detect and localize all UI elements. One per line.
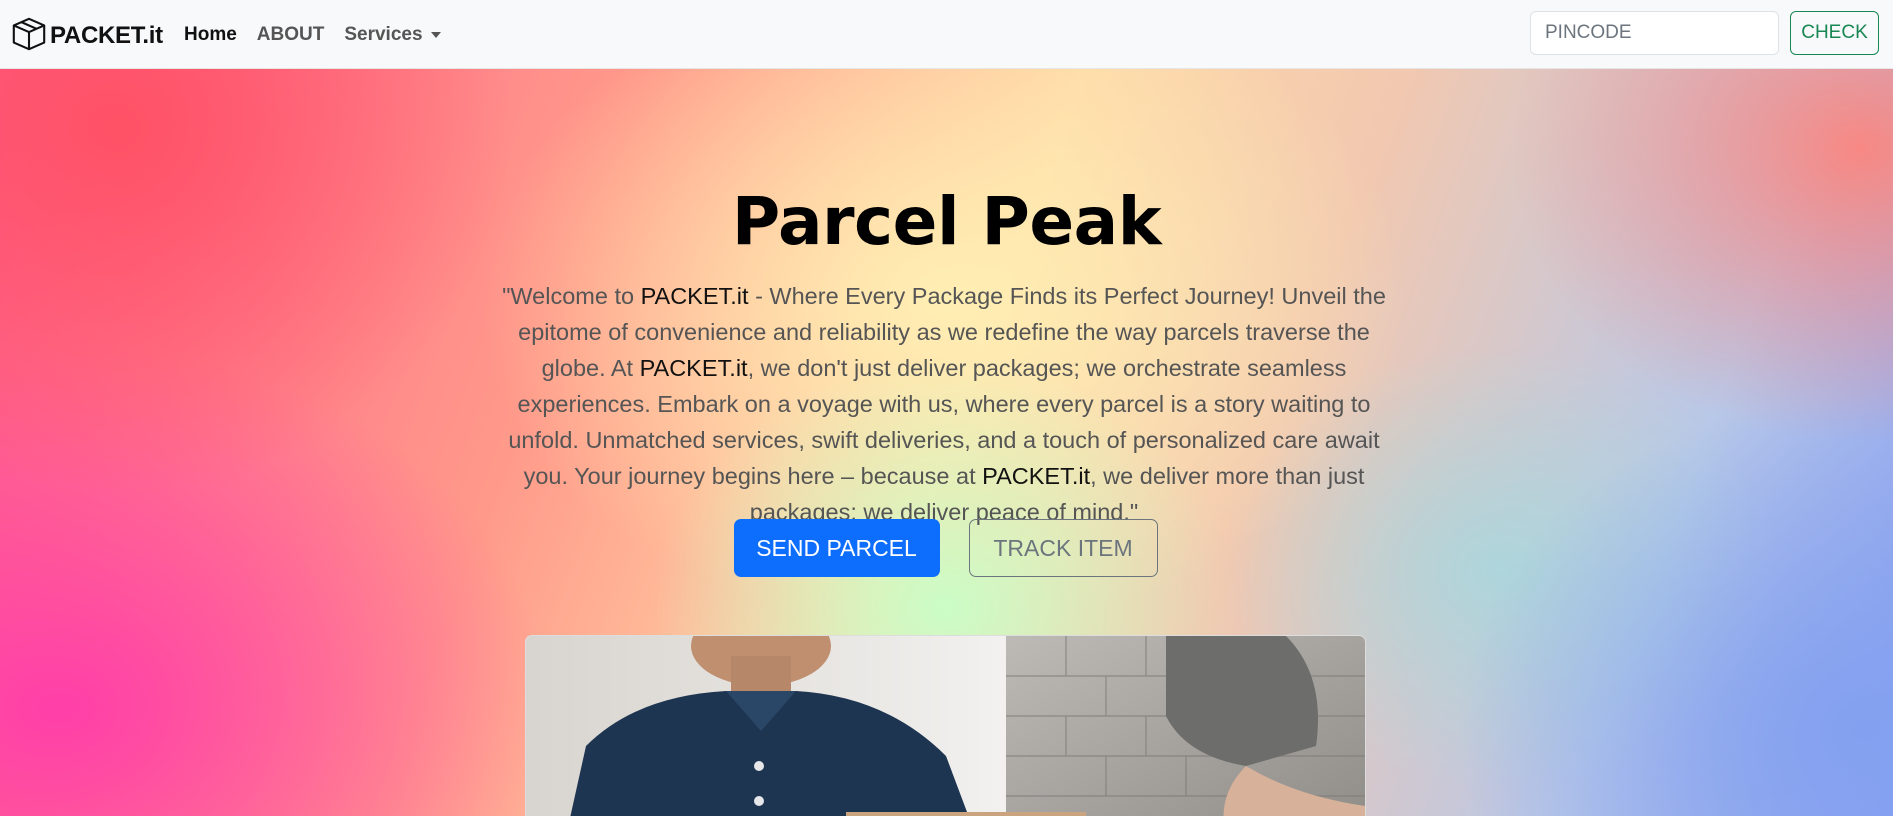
- check-button[interactable]: CHECK: [1790, 11, 1879, 55]
- hero-actions: SEND PARCEL TRACK ITEM: [0, 519, 1893, 577]
- hero-image: [525, 635, 1366, 816]
- nav-item-home[interactable]: Home: [184, 24, 237, 46]
- brand-link[interactable]: PACKET.it: [10, 15, 163, 57]
- hero-title: Parcel Peak: [731, 183, 1162, 260]
- hero-brand-word: PACKET.it: [640, 283, 749, 309]
- hero-text-part: "Welcome to: [502, 283, 641, 309]
- hero-section: Parcel Peak "Welcome to PACKET.it - Wher…: [0, 69, 1893, 816]
- hero-brand-word: PACKET.it: [982, 463, 1091, 489]
- pincode-input[interactable]: [1530, 11, 1779, 55]
- navbar: PACKET.it Home ABOUT Services CHECK: [0, 0, 1893, 69]
- nav-links: Home ABOUT Services: [184, 0, 441, 69]
- track-item-button[interactable]: TRACK ITEM: [968, 519, 1158, 577]
- brand-name: PACKET.it: [50, 22, 163, 49]
- nav-item-about[interactable]: ABOUT: [257, 24, 325, 46]
- nav-item-services-label: Services: [344, 23, 423, 45]
- send-parcel-button[interactable]: SEND PARCEL: [733, 519, 940, 577]
- hero-description: "Welcome to PACKET.it - Where Every Pack…: [484, 278, 1404, 530]
- pincode-form: CHECK: [1530, 11, 1879, 55]
- chevron-down-icon: [430, 31, 441, 38]
- delivery-photo-illustration: [526, 636, 1365, 816]
- hero-brand-word: PACKET.it: [639, 355, 748, 381]
- nav-item-services[interactable]: Services: [344, 23, 441, 46]
- package-box-icon: [10, 15, 48, 57]
